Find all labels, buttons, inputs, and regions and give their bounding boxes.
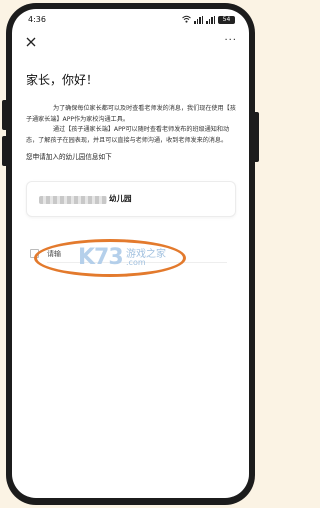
watermark-logo: K73 (78, 245, 124, 270)
wifi-icon (182, 15, 191, 25)
more-icon[interactable]: ··· (224, 35, 237, 46)
letter-paragraph-1: 为了确保每位家长都可以及时查看老师发的消息，我们现在使用【孩子通家长端】APP作… (26, 105, 236, 123)
nav-bar: ··· (12, 31, 249, 55)
section-label: 您申请加入的幼儿园信息如下 (26, 153, 112, 161)
signal-icon-2 (206, 16, 215, 24)
status-icons: 54 (182, 15, 235, 25)
school-name-suffix: 幼儿园 (109, 194, 132, 203)
school-card: 幼儿园 (26, 181, 236, 217)
close-icon[interactable] (24, 34, 38, 48)
battery-icon: 54 (218, 16, 235, 24)
status-time: 4:36 (28, 15, 46, 24)
phone-screen: 4:36 54 ··· 家长，你好！ 为了确保每位家长都可以及时查看老师发的消息… (12, 9, 249, 498)
letter-paragraph-2: 通过【孩子通家长端】APP可以随时查看老师发布的班级通知和动态，了解孩子在园表现… (26, 126, 230, 144)
watermark-domain: .com (126, 258, 146, 267)
power-button (253, 112, 259, 162)
status-bar: 4:36 54 (12, 9, 249, 31)
volume-up-button (2, 100, 8, 130)
letter-content: 家长，你好！ 为了确保每位家长都可以及时查看老师发的消息，我们现在使用【孩子通家… (26, 71, 236, 161)
greeting-heading: 家长，你好！ (26, 73, 99, 87)
volume-down-button (2, 136, 8, 166)
blurred-school-name (39, 196, 107, 204)
signal-icon (194, 16, 203, 24)
watermark: K73 游戏之家 .com (34, 239, 186, 277)
